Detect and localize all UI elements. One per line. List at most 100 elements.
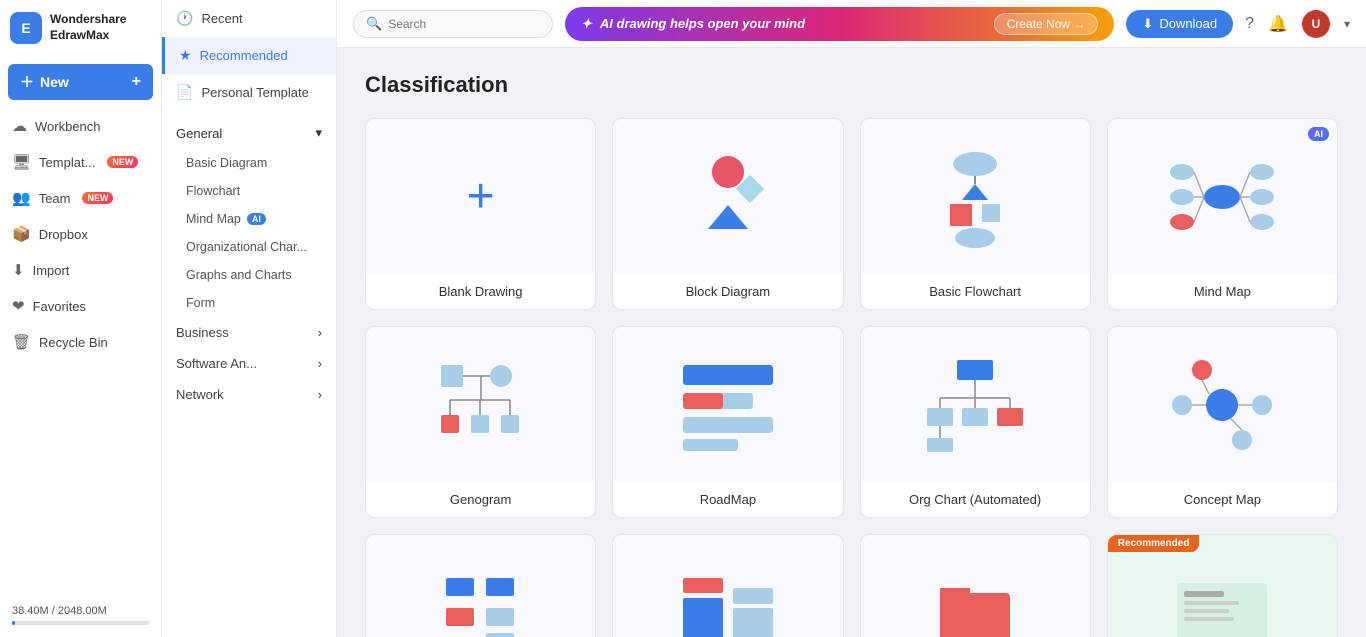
chevron-right-icon: › <box>318 325 322 340</box>
sidebar-item-favorites[interactable]: ❤ Favorites <box>0 288 161 324</box>
card-roadmap-img <box>613 327 842 482</box>
recycle-icon: 🗑 <box>12 333 31 351</box>
workbench-label: Workbench <box>35 119 101 134</box>
new-button[interactable]: ＋ New + <box>8 64 153 100</box>
templates-label: Templat... <box>39 155 95 170</box>
sub-form[interactable]: Form <box>162 289 336 317</box>
card-block-diagram-label: Block Diagram <box>613 274 842 309</box>
mind-map-label: Mind Map <box>186 212 241 226</box>
card-folder[interactable] <box>860 534 1091 637</box>
storage-area: 38.40M / 2048.00M <box>0 597 161 637</box>
software-chevron-icon: › <box>318 356 322 371</box>
search-input[interactable] <box>388 17 540 31</box>
mid-nav-recommended[interactable]: ★ Recommended <box>162 37 336 74</box>
sub-flowchart[interactable]: Flowchart <box>162 177 336 205</box>
card-genogram-img <box>366 327 595 482</box>
sidebar-item-workbench[interactable]: ☁ Workbench <box>0 108 161 144</box>
card-blank-drawing-img: + <box>366 119 595 274</box>
user-avatar[interactable]: U <box>1302 10 1330 38</box>
section-title: Classification <box>365 72 1338 98</box>
card-basic-flowchart-label: Basic Flowchart <box>861 274 1090 309</box>
import-icon: ⬇ <box>12 261 25 279</box>
sidebar-item-import[interactable]: ⬇ Import <box>0 252 161 288</box>
sidebar-item-recycle[interactable]: 🗑 Recycle Bin <box>0 324 161 360</box>
card-blank-drawing[interactable]: + Blank Drawing <box>365 118 596 310</box>
card-block-diagram[interactable]: Block Diagram <box>612 118 843 310</box>
recommended-label: Recommended <box>200 48 288 63</box>
software-label: Software An... <box>176 356 257 371</box>
mid-nav-personal[interactable]: 📄 Personal Template <box>162 74 336 111</box>
ai-star-icon: ✦ <box>581 16 592 32</box>
download-icon: ⬇ <box>1142 16 1153 32</box>
download-button[interactable]: ⬇ Download <box>1126 10 1233 38</box>
general-header[interactable]: General ▾ <box>162 117 336 149</box>
network-chevron-icon: › <box>318 387 322 402</box>
team-label: Team <box>39 191 71 206</box>
mind-map-ai-badge: AI <box>247 213 266 225</box>
card-roadmap[interactable]: RoadMap <box>612 326 843 518</box>
storage-bar-bg <box>12 621 149 625</box>
general-label: General <box>176 126 222 141</box>
search-icon: 🔍 <box>366 16 382 32</box>
create-now-button[interactable]: Create Now → <box>994 13 1099 35</box>
team-icon: 👥 <box>12 189 31 207</box>
search-box[interactable]: 🔍 <box>353 10 553 38</box>
card-tree-img <box>366 535 595 637</box>
card-folder-img <box>861 535 1090 637</box>
content-area: Classification + Blank Drawing <box>337 48 1366 637</box>
sidebar-item-templates[interactable]: 🖥 Templat... NEW <box>0 144 161 180</box>
business-section[interactable]: Business › <box>162 317 336 348</box>
sub-graphs[interactable]: Graphs and Charts <box>162 261 336 289</box>
mid-nav-recent[interactable]: 🕐 Recent <box>162 0 336 37</box>
dropbox-icon: 📦 <box>12 225 31 243</box>
top-icons: ? 🔔 U ▾ <box>1245 10 1350 38</box>
card-basic-flowchart[interactable]: Basic Flowchart <box>860 118 1091 310</box>
card-bar[interactable] <box>612 534 843 637</box>
bell-icon[interactable]: 🔔 <box>1268 14 1288 34</box>
new-extra-plus: + <box>132 73 141 91</box>
workbench-icon: ☁ <box>12 117 27 135</box>
download-label: Download <box>1159 16 1217 31</box>
card-tree[interactable] <box>365 534 596 637</box>
cards-grid-row1: + Blank Drawing Block Diagram <box>365 118 1338 310</box>
card-mind-map[interactable]: AI Mind Map <box>1107 118 1338 310</box>
ai-promo-text: ✦ AI drawing helps open your mind <box>581 16 805 32</box>
personal-icon: 📄 <box>176 84 193 101</box>
sub-basic-diagram[interactable]: Basic Diagram <box>162 149 336 177</box>
business-label: Business <box>176 325 229 340</box>
avatar-chevron-icon[interactable]: ▾ <box>1344 17 1350 31</box>
card-org-chart[interactable]: Org Chart (Automated) <box>860 326 1091 518</box>
network-section[interactable]: Network › <box>162 379 336 410</box>
card-mind-map-img: AI <box>1108 119 1337 274</box>
card-block-diagram-img <box>613 119 842 274</box>
card-genogram[interactable]: Genogram <box>365 326 596 518</box>
app-logo: E <box>10 12 42 44</box>
card-bar-img <box>613 535 842 637</box>
card-basic-flowchart-img <box>861 119 1090 274</box>
chevron-down-icon: ▾ <box>315 125 322 141</box>
card-org-chart-label: Org Chart (Automated) <box>861 482 1090 517</box>
software-section[interactable]: Software An... › <box>162 348 336 379</box>
sub-org-chart[interactable]: Organizational Char... <box>162 233 336 261</box>
sub-mind-map[interactable]: Mind Map AI <box>162 205 336 233</box>
sidebar-item-dropbox[interactable]: 📦 Dropbox <box>0 216 161 252</box>
recent-icon: 🕐 <box>176 10 193 27</box>
card-genogram-label: Genogram <box>366 482 595 517</box>
card-concept-map[interactable]: Concept Map <box>1107 326 1338 518</box>
personal-label: Personal Template <box>201 85 308 100</box>
ai-promo-label: AI drawing helps open your mind <box>600 16 805 31</box>
plus-icon: ＋ <box>20 72 34 92</box>
cards-grid-row3: Recommended <box>365 534 1338 637</box>
mid-sidebar: 🕐 Recent ★ Recommended 📄 Personal Templa… <box>162 0 337 637</box>
storage-label: 38.40M / 2048.00M <box>12 605 149 617</box>
cards-grid-row2: Genogram RoadMap <box>365 326 1338 518</box>
card-roadmap-label: RoadMap <box>613 482 842 517</box>
sidebar-item-team[interactable]: 👥 Team NEW <box>0 180 161 216</box>
card-recommended[interactable]: Recommended <box>1107 534 1338 637</box>
top-bar: 🔍 ✦ AI drawing helps open your mind Crea… <box>337 0 1366 48</box>
storage-bar-fill <box>12 621 15 625</box>
mind-map-ai-badge: AI <box>1308 127 1329 141</box>
help-icon[interactable]: ? <box>1245 15 1254 33</box>
card-recommended-img: Recommended <box>1108 535 1337 637</box>
favorites-icon: ❤ <box>12 297 25 315</box>
